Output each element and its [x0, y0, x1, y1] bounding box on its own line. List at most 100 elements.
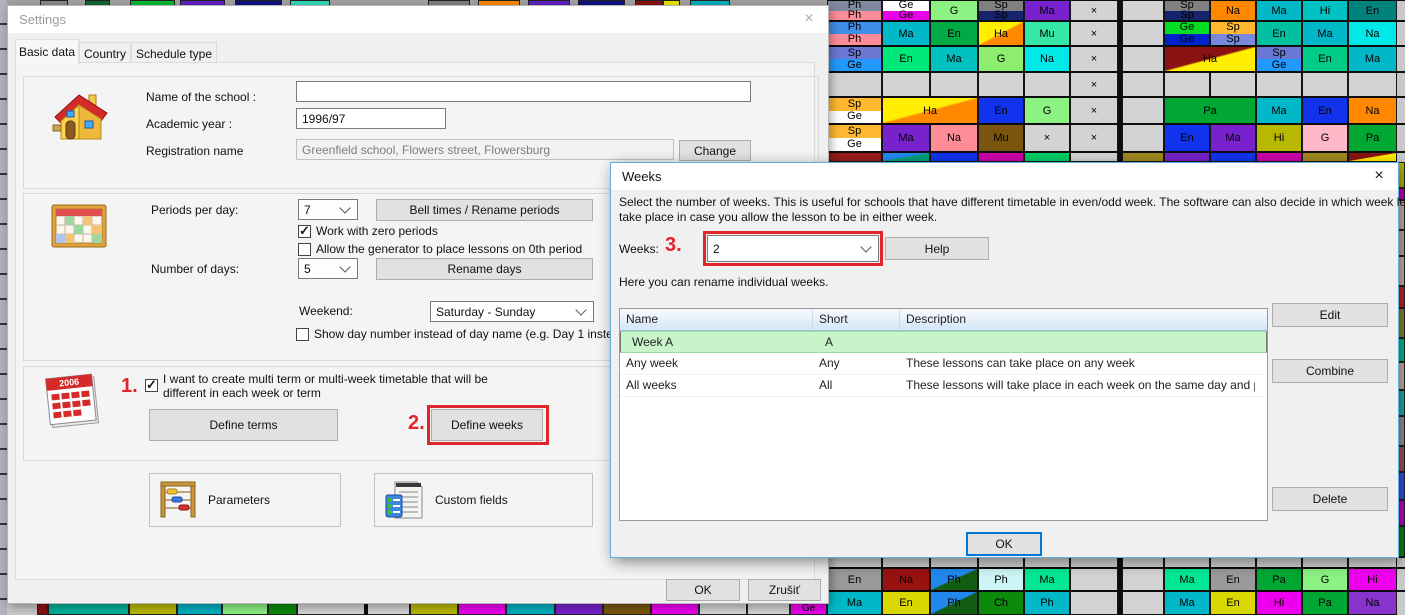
timetable-cell [827, 72, 882, 97]
timetable-cell: Ma [1024, 568, 1070, 591]
timetable-cell [1210, 72, 1256, 97]
timetable-cell [1070, 152, 1118, 162]
timetable-cell [1122, 591, 1164, 615]
tab-country[interactable]: Country [79, 42, 131, 64]
school-name-input[interactable] [296, 81, 751, 102]
timetable-cell: Ma [882, 124, 930, 152]
timetable-cell: × [1024, 124, 1070, 152]
timetable-cell-bottom: Ge [1257, 59, 1301, 71]
timetable-cell: Ma [930, 46, 978, 72]
number-of-days-select[interactable]: 5 [298, 258, 358, 279]
settings-close-icon[interactable]: × [800, 10, 818, 28]
weeks-count-value: 2 [713, 242, 720, 256]
column-header-short[interactable]: Short [813, 309, 900, 330]
timetable-cell: Ma [1256, 0, 1302, 21]
settings-title: Settings [19, 12, 66, 27]
table-cell-short: Any [813, 353, 900, 374]
table-cell-description: These lessons will take place in each we… [900, 375, 1255, 396]
timetable-cell: SpSp [1164, 0, 1210, 21]
table-row[interactable]: Week AA [620, 331, 1267, 353]
table-row[interactable]: Any weekAnyThese lessons can take place … [620, 353, 1267, 375]
edit-button[interactable]: Edit [1272, 303, 1388, 327]
timetable-cell: SpGe [827, 97, 882, 124]
timetable-cell-bottom: Ge [1165, 34, 1209, 46]
parameters-button[interactable]: Parameters [149, 473, 341, 527]
timetable-cell: Pa [1256, 568, 1302, 591]
change-button[interactable]: Change [679, 140, 751, 161]
timetable-cell: G [1302, 124, 1348, 152]
timetable-cell: × [1070, 97, 1118, 124]
timetable-cell-bottom: Ge [883, 11, 929, 21]
timetable-cell [1348, 72, 1397, 97]
timetable-cell: G [978, 46, 1024, 72]
table-cell-name: Week A [626, 332, 819, 352]
periods-per-day-select[interactable]: 7 [298, 199, 358, 220]
timetable-cell [1302, 152, 1348, 162]
timetable-cell [1302, 72, 1348, 97]
timetable-cell: Ma [1256, 97, 1302, 124]
column-header-description[interactable]: Description [900, 309, 1267, 330]
grid-divider [1118, 557, 1122, 615]
grid-line [827, 96, 1405, 98]
weeks-ok-button[interactable]: OK [966, 532, 1042, 556]
weeks-table-header: Name Short Description [620, 309, 1267, 331]
day-number-checkbox[interactable] [296, 328, 309, 341]
timetable-cell [978, 152, 1024, 162]
timetable-cell: En [1348, 0, 1397, 21]
settings-cancel-button[interactable]: Zrušiť [748, 579, 821, 601]
weekend-select[interactable]: Saturday - Sunday [430, 301, 594, 322]
rename-days-button[interactable]: Rename days [376, 258, 593, 280]
multiweek-checkbox[interactable] [145, 379, 158, 392]
multiweek-label-line2: different in each week or term [163, 386, 321, 400]
timetable-cell: Ph [930, 591, 978, 615]
weeks-count-select[interactable]: 2 [707, 235, 879, 262]
timetable-cell: Hi [1348, 568, 1397, 591]
timetable-cell: SpGe [827, 46, 882, 72]
delete-button[interactable]: Delete [1272, 487, 1388, 511]
academic-year-input[interactable]: 1996/97 [296, 108, 446, 129]
timetable-cell [1256, 72, 1302, 97]
timetable-cell [1122, 46, 1164, 72]
help-button[interactable]: Help [885, 237, 989, 260]
annotation-step-1: 1. [121, 375, 138, 398]
timetable-cell: Mu [978, 124, 1024, 152]
weeks-close-icon[interactable]: × [1370, 167, 1388, 185]
timetable-cell: G [1302, 568, 1348, 591]
timetable-cell: Ma [1024, 0, 1070, 21]
timetable-cell: GeGe [882, 0, 930, 21]
table-row[interactable]: All weeksAllThese lessons will take plac… [620, 375, 1267, 397]
school-name-label: Name of the school : [146, 90, 256, 104]
tab-basic-data[interactable]: Basic data [15, 39, 79, 64]
timetable-cell: Na [1210, 0, 1256, 21]
periods-per-day-label: Periods per day: [151, 203, 238, 217]
define-terms-button[interactable]: Define terms [149, 409, 338, 441]
weeks-count-highlight: 2 [703, 231, 883, 266]
timetable-cell [1210, 152, 1256, 162]
custom-fields-label: Custom fields [435, 493, 508, 507]
timetable-left-edge [0, 0, 7, 615]
timetable-cell-bottom: Sp [1165, 11, 1209, 21]
rename-hint-label: Here you can rename individual weeks. [619, 275, 828, 289]
zero-periods-checkbox[interactable] [298, 225, 311, 238]
grid-line [827, 151, 1405, 153]
tab-schedule-type[interactable]: Schedule type [131, 42, 217, 64]
bell-times-button[interactable]: Bell times / Rename periods [376, 199, 593, 221]
table-cell-name: All weeks [620, 375, 813, 396]
chevron-down-icon [339, 202, 350, 213]
timetable-cell-bottom: Ge [828, 59, 881, 71]
define-weeks-button[interactable]: Define weeks [431, 409, 543, 441]
custom-fields-button[interactable]: Custom fields [374, 473, 593, 527]
timetable-cell-bottom: Sp [1211, 34, 1255, 46]
column-header-name[interactable]: Name [620, 309, 813, 330]
timetable-cell: SpGe [1256, 46, 1302, 72]
timetable-cell: Pa [1164, 97, 1256, 124]
allow-zero-period-checkbox[interactable] [298, 243, 311, 256]
timetable-cell: Pa [1302, 591, 1348, 615]
timetable-cell [882, 72, 930, 97]
combine-button[interactable]: Combine [1272, 359, 1388, 383]
timetable-cell: G [930, 0, 978, 21]
table-cell-description [906, 339, 1261, 345]
settings-ok-button[interactable]: OK [666, 579, 740, 601]
parameters-label: Parameters [208, 493, 270, 507]
timetable-cell [930, 72, 978, 97]
